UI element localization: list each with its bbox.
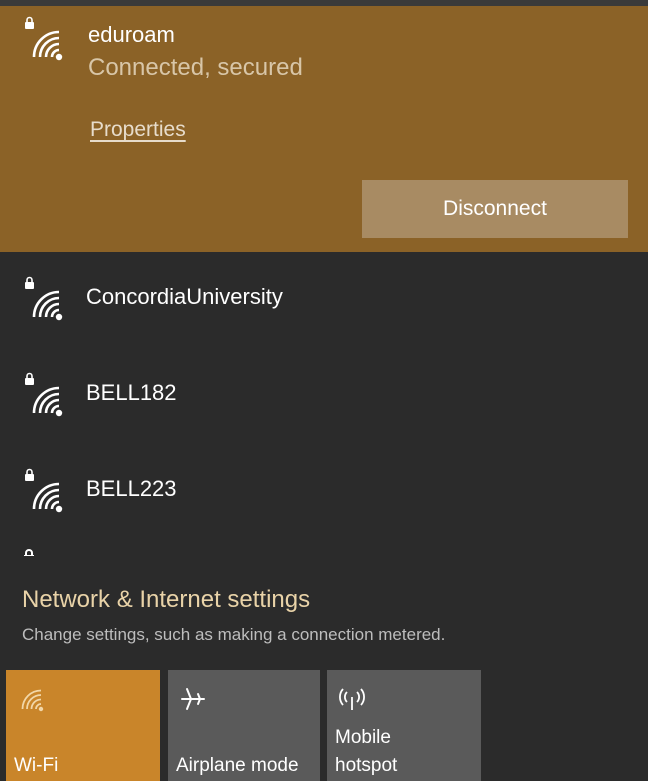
network-settings-description: Change settings, such as making a connec… [22, 625, 446, 644]
wifi-tile-label: Wi-Fi [14, 755, 59, 776]
airplane-icon [178, 684, 208, 714]
properties-link[interactable]: Properties [90, 118, 186, 142]
connection-status: Connected, secured [88, 54, 303, 81]
wifi-icon [16, 684, 46, 714]
secured-wifi-icon [20, 372, 66, 418]
hotspot-tile-label-line1: Mobile [335, 727, 391, 748]
network-list-item[interactable]: BELL182 [0, 348, 648, 444]
network-flyout: eduroam Connected, secured Properties Di… [0, 0, 648, 781]
network-name: BELL223 [86, 476, 177, 501]
network-list-item[interactable]: BELL223 [0, 444, 648, 540]
network-name: BELL182 [86, 380, 177, 405]
disconnect-button[interactable]: Disconnect [362, 180, 628, 238]
secured-wifi-icon [20, 276, 66, 322]
lock-icon [22, 546, 36, 556]
connected-network-item[interactable]: eduroam Connected, secured Properties Di… [0, 0, 648, 252]
secured-wifi-icon [20, 468, 66, 514]
secured-wifi-icon [20, 16, 66, 62]
flyout-top-edge [0, 0, 648, 6]
mobile-hotspot-tile[interactable]: Mobile hotspot [327, 670, 481, 781]
airplane-tile-label: Airplane mode [176, 755, 299, 776]
network-settings-link[interactable]: Network & Internet settings [22, 586, 310, 614]
connected-network-name: eduroam [88, 22, 175, 47]
wifi-toggle-tile[interactable]: Wi-Fi [6, 670, 160, 781]
network-name: ConcordiaUniversity [86, 284, 283, 309]
hotspot-icon [337, 684, 367, 714]
hotspot-tile-label-line2: hotspot [335, 755, 398, 776]
airplane-mode-tile[interactable]: Airplane mode [168, 670, 320, 781]
network-list-item[interactable]: ConcordiaUniversity [0, 252, 648, 348]
